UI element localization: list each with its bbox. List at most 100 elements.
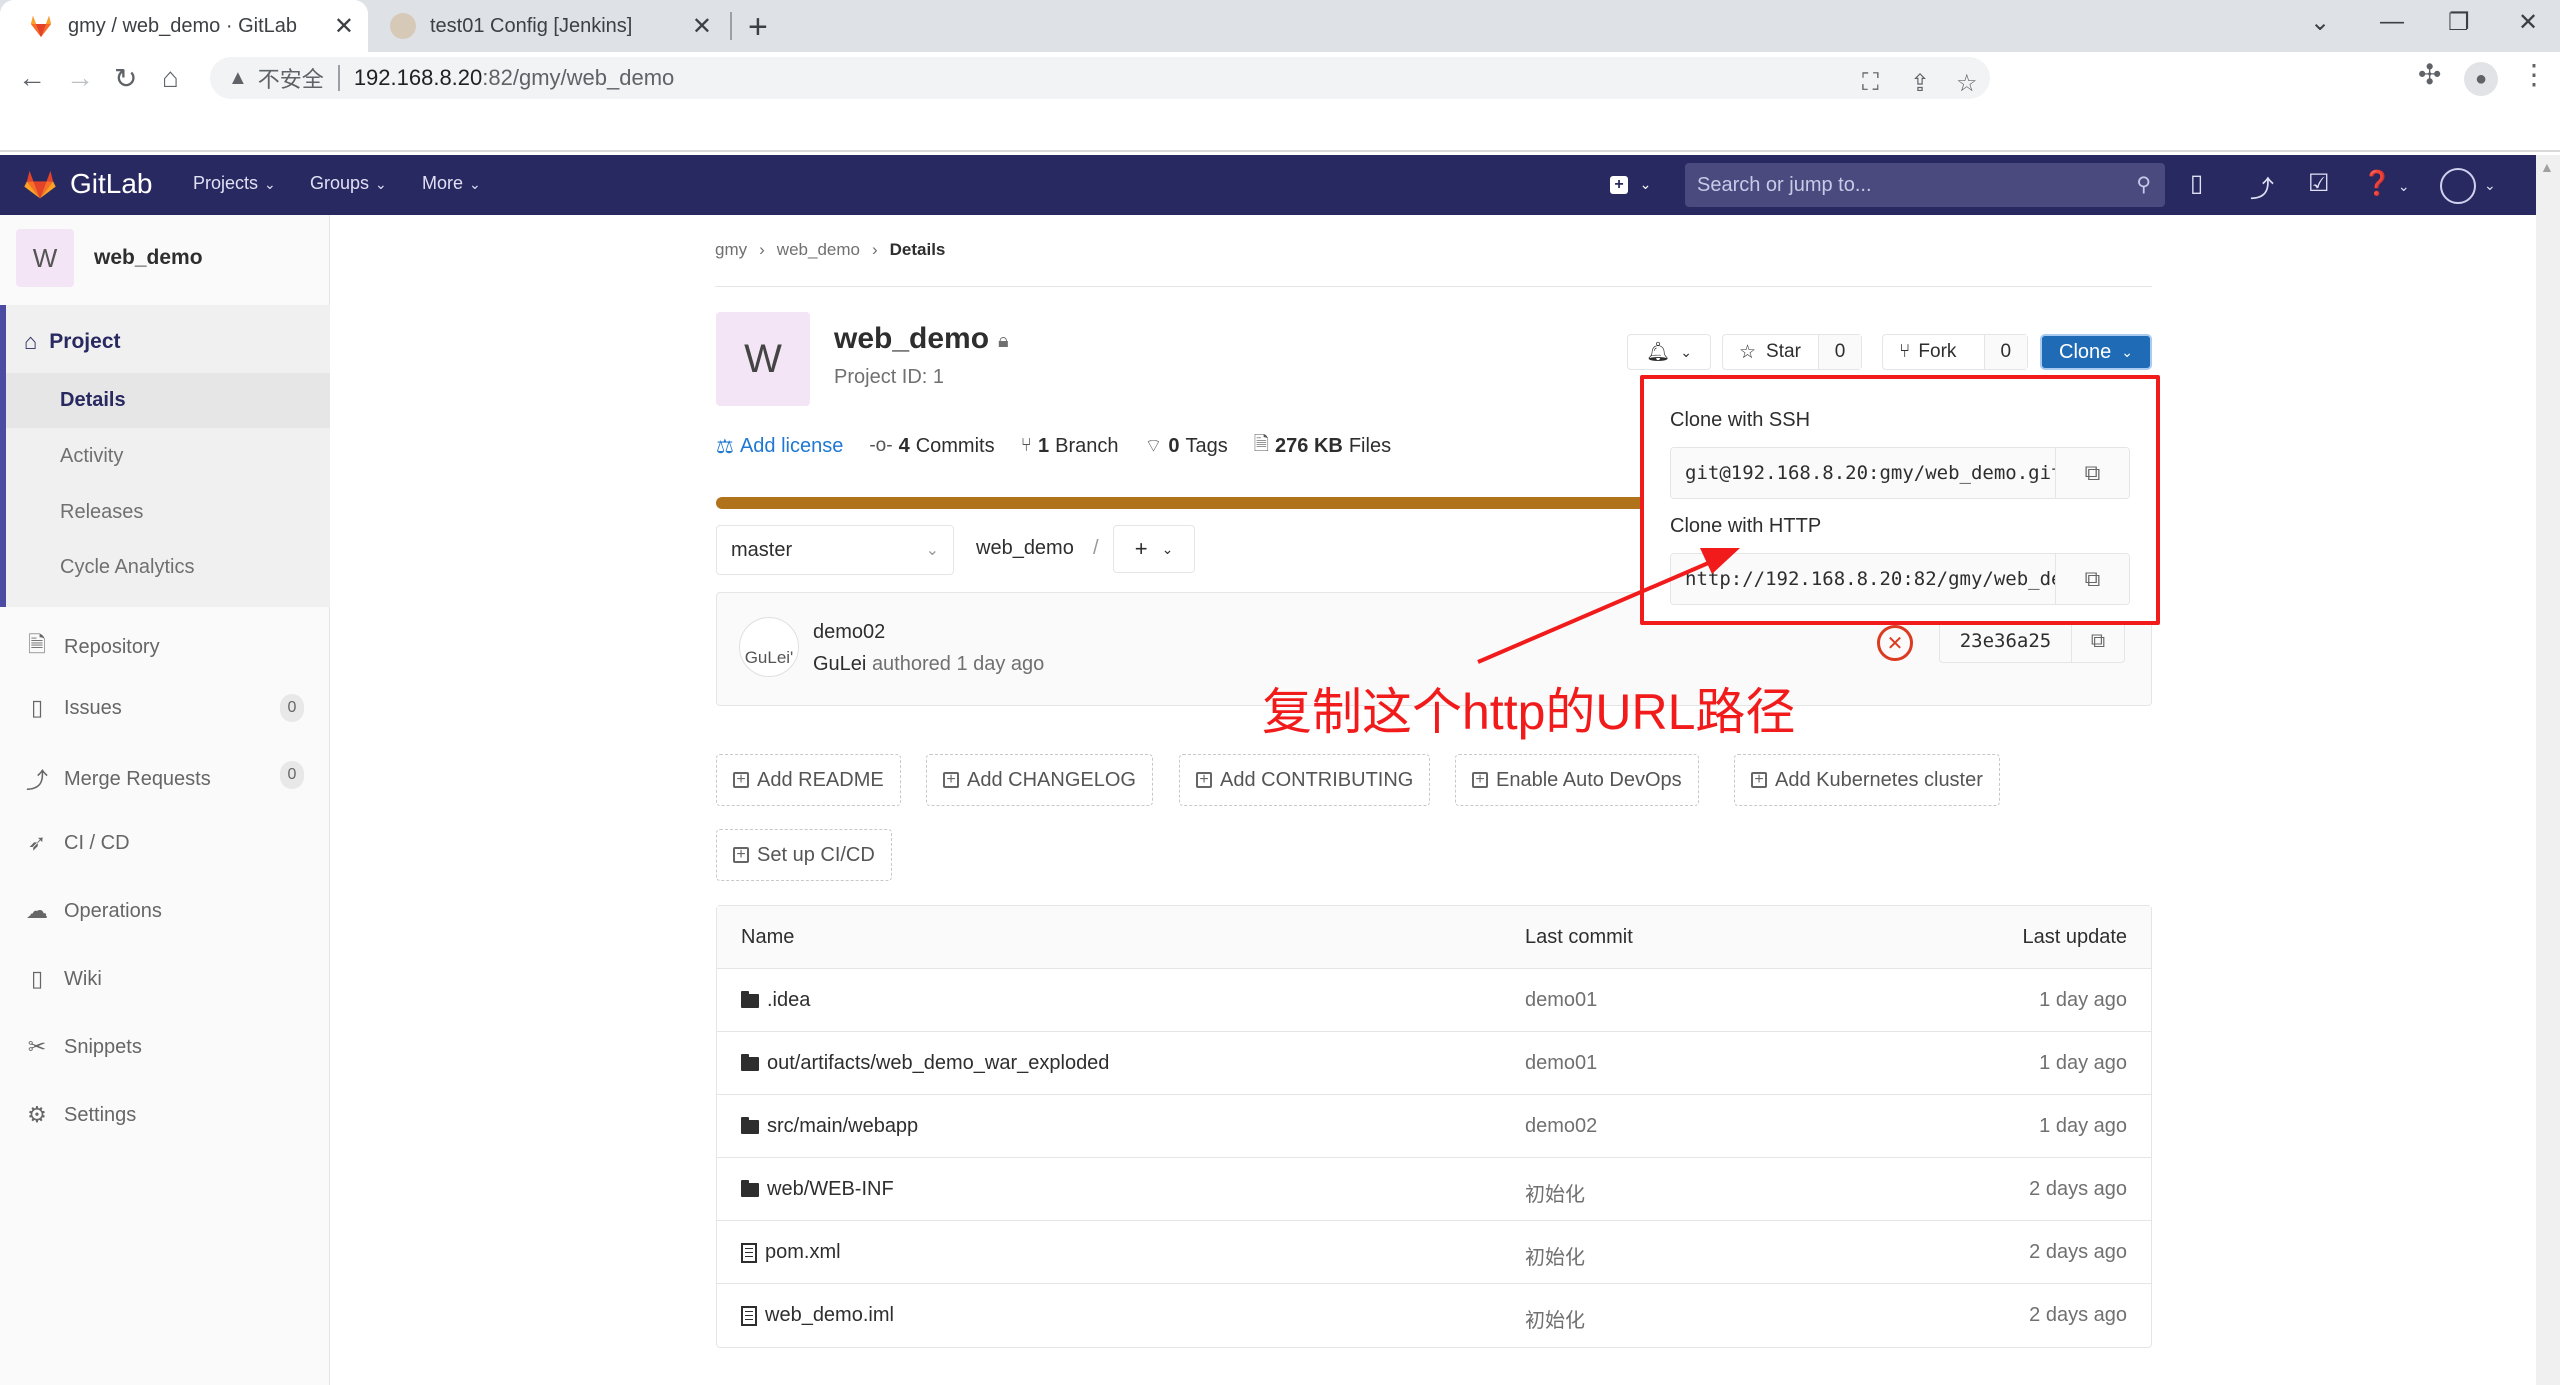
commit-title-link[interactable]: demo02 (813, 621, 885, 644)
commit-sha-link[interactable]: 23e36a25 (1940, 620, 2072, 662)
sidebar-item-wiki[interactable]: ▯ Wiki (24, 966, 102, 992)
more-menu[interactable]: More ⌄ (422, 173, 481, 194)
add-changelog-button[interactable]: + Add CHANGELOG (926, 754, 1153, 806)
branch-selector[interactable]: master ⌄ (716, 525, 954, 575)
table-row[interactable]: web_demo.iml 初始化 2 days ago (717, 1284, 2151, 1347)
commit-author-avatar[interactable]: GuLei' (739, 617, 799, 677)
sidebar-project-link[interactable]: W web_demo (16, 229, 203, 287)
fork-button[interactable]: ⑂ Fork 0 (1882, 334, 2028, 370)
add-to-tree-dropdown[interactable]: + ⌄ (1113, 525, 1195, 573)
more-menu-icon[interactable]: ⋮ (2520, 58, 2548, 91)
new-item-dropdown[interactable]: + ⌄ (1610, 172, 1651, 195)
pipeline-failed-icon[interactable]: ✕ (1877, 625, 1913, 661)
copy-ssh-icon[interactable]: ⧉ (2055, 448, 2129, 498)
breadcrumb-group-link[interactable]: gmy (715, 240, 747, 260)
sidebar-subitem-releases[interactable]: Releases (60, 501, 143, 524)
copy-icon[interactable]: ⧉ (2072, 620, 2124, 662)
table-row[interactable]: pom.xml 初始化 2 days ago (717, 1221, 2151, 1284)
add-readme-button[interactable]: + Add README (716, 754, 901, 806)
setup-ci-cd-button[interactable]: + Set up CI/CD (716, 829, 892, 881)
scroll-up-icon[interactable]: ▲ (2540, 159, 2554, 175)
last-commit-link[interactable]: 初始化 (1525, 1241, 1585, 1270)
branches-link[interactable]: ⑂ 1 Branch (1021, 430, 1119, 462)
sidebar-item-snippets[interactable]: ✂ Snippets (24, 1034, 142, 1060)
last-commit-link[interactable]: demo01 (1525, 989, 1597, 1012)
file-name-link[interactable]: src/main/webapp (767, 1115, 918, 1138)
new-tab-button[interactable]: + (748, 8, 768, 47)
todos-icon[interactable]: ☑ (2308, 169, 2330, 198)
repo-root-link[interactable]: web_demo (976, 537, 1074, 560)
gitlab-home-link[interactable]: GitLab (22, 167, 153, 201)
sidebar-item-merge-requests[interactable]: ⤴ Merge Requests (24, 763, 211, 795)
last-commit-link[interactable]: demo02 (1525, 1115, 1597, 1138)
close-tab-icon[interactable]: ✕ (692, 12, 712, 41)
groups-menu[interactable]: Groups ⌄ (310, 173, 387, 194)
minimize-icon[interactable]: — (2380, 8, 2404, 36)
last-commit-link[interactable]: 初始化 (1525, 1304, 1585, 1333)
file-name-link[interactable]: web_demo.iml (765, 1304, 894, 1327)
chevron-down-icon[interactable]: ⌄ (2484, 177, 2496, 194)
help-icon[interactable]: ❓ ⌄ (2362, 169, 2410, 198)
sidebar-item-ci-cd[interactable]: ➶ CI / CD (24, 830, 130, 856)
back-icon[interactable]: ← (18, 62, 46, 94)
clone-ssh-url[interactable]: git@192.168.8.20:gmy/web_demo.git (1671, 448, 2055, 498)
file-name-link[interactable]: .idea (767, 989, 810, 1012)
forward-icon[interactable]: → (66, 62, 94, 94)
extensions-puzzle-icon[interactable]: ✣ (2418, 58, 2441, 91)
restore-icon[interactable]: ❐ (2448, 8, 2470, 37)
add-kubernetes-cluster-button[interactable]: + Add Kubernetes cluster (1734, 754, 2000, 806)
commits-link[interactable]: -o- 4 Commits (869, 430, 994, 462)
sidebar-item-project[interactable]: ⌂ Project (24, 329, 121, 355)
page-scrollbar[interactable]: ▲ (2536, 155, 2560, 1385)
clone-button[interactable]: Clone ⌄ (2040, 334, 2152, 370)
sidebar-subitem-details[interactable]: Details (60, 389, 126, 412)
table-row[interactable]: out/artifacts/web_demo_war_exploded demo… (717, 1032, 2151, 1095)
tags-link[interactable]: ⌔ 0 Tags (1145, 430, 1228, 462)
copy-http-icon[interactable]: ⧉ (2055, 554, 2129, 604)
projects-menu[interactable]: Projects ⌄ (193, 173, 276, 194)
file-name-link[interactable]: pom.xml (765, 1241, 841, 1264)
breadcrumb-project-link[interactable]: web_demo (777, 240, 860, 260)
add-contributing-button[interactable]: + Add CONTRIBUTING (1179, 754, 1431, 806)
sidebar-subitem-activity[interactable]: Activity (60, 445, 123, 468)
bookmark-star-icon[interactable]: ☆ (1956, 69, 1978, 98)
clone-ssh-field[interactable]: git@192.168.8.20:gmy/web_demo.git ⧉ (1670, 447, 2130, 499)
browser-tab-jenkins[interactable]: test01 Config [Jenkins] ✕ (370, 0, 726, 52)
translate-icon[interactable]: ⛶ (1862, 69, 1879, 97)
share-icon[interactable]: ⇪ (1910, 69, 1930, 98)
profile-avatar-icon[interactable]: ● (2464, 62, 2498, 96)
merge-request-icon[interactable]: ⤴ (2250, 169, 2274, 204)
files-link[interactable]: 🗎 276 KB Files (1254, 430, 1391, 462)
enable-auto-devops-button[interactable]: + Enable Auto DevOps (1455, 754, 1699, 806)
window-close-icon[interactable]: ✕ (2518, 8, 2538, 37)
user-avatar[interactable] (2440, 168, 2476, 204)
table-row[interactable]: src/main/webapp demo02 1 day ago (717, 1095, 2151, 1158)
sidebar-subitem-cycle-analytics[interactable]: Cycle Analytics (60, 556, 195, 579)
last-commit-link[interactable]: 初始化 (1525, 1178, 1585, 1207)
file-name-link[interactable]: web/WEB-INF (767, 1178, 894, 1201)
home-icon[interactable]: ⌂ (162, 62, 179, 94)
sidebar-item-settings[interactable]: ⚙ Settings (24, 1102, 136, 1128)
issues-icon[interactable]: ▯ (2190, 169, 2203, 198)
star-button[interactable]: ☆ Star 0 (1722, 334, 1862, 370)
plus-icon: + (1134, 536, 1148, 561)
tab-search-icon[interactable]: ⌄ (2310, 8, 2330, 37)
file-name-link[interactable]: out/artifacts/web_demo_war_exploded (767, 1052, 1109, 1075)
sidebar-item-issues[interactable]: ▯ Issues (24, 695, 122, 721)
clone-http-field[interactable]: http://192.168.8.20:82/gmy/web_demo.git … (1670, 553, 2130, 605)
address-bar[interactable]: ▲ 不安全 192.168.8.20 :82/gmy/web_demo ⛶ ⇪ … (210, 57, 1990, 99)
sidebar-item-repository[interactable]: 🗎 Repository (24, 628, 159, 666)
add-license-link[interactable]: ⚖ Add license (716, 430, 843, 462)
browser-tab-gitlab[interactable]: gmy / web_demo · GitLab ✕ (0, 0, 368, 52)
close-tab-icon[interactable]: ✕ (334, 12, 354, 41)
commit-author-link[interactable]: GuLei (813, 653, 866, 675)
rocket-icon: ➶ (27, 830, 47, 855)
notification-dropdown[interactable]: 🔔︎ ⌄ (1627, 334, 1711, 370)
last-commit-link[interactable]: demo01 (1525, 1052, 1597, 1075)
sidebar-item-operations[interactable]: ☁ Operations (24, 898, 162, 924)
table-row[interactable]: .idea demo01 1 day ago (717, 969, 2151, 1032)
table-row[interactable]: web/WEB-INF 初始化 2 days ago (717, 1158, 2151, 1221)
global-search-input[interactable]: Search or jump to... ⚲ (1685, 163, 2165, 207)
clone-http-url[interactable]: http://192.168.8.20:82/gmy/web_demo.git (1671, 554, 2055, 604)
reload-icon[interactable]: ↻ (114, 62, 137, 95)
